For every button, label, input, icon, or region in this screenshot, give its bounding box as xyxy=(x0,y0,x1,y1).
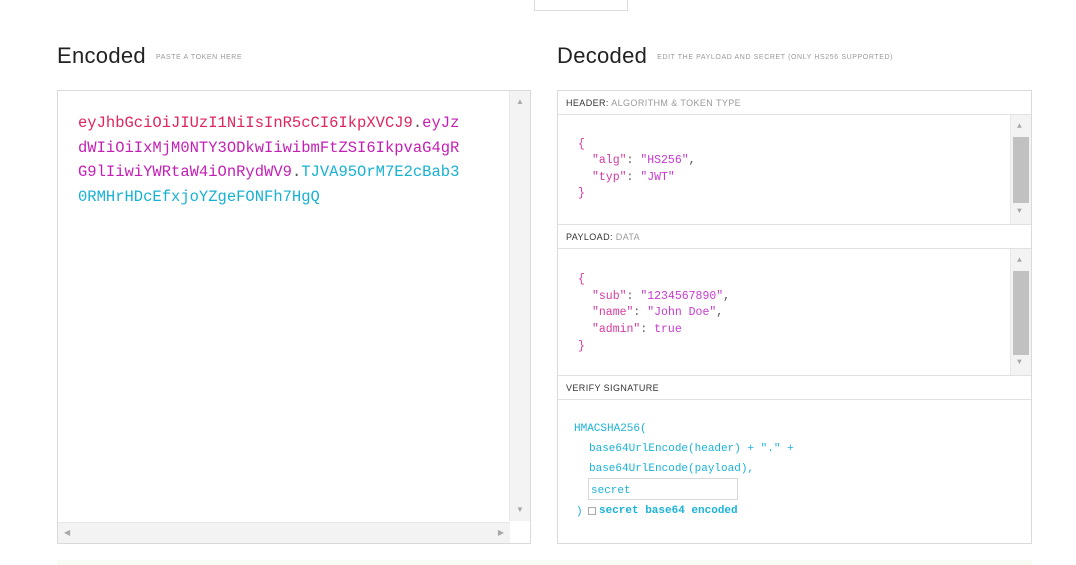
algorithm-select[interactable] xyxy=(534,0,628,11)
hmac-function-close: ) xyxy=(576,506,583,518)
json-key: "typ" xyxy=(592,171,627,184)
encoded-vertical-scrollbar[interactable]: ▲ ▼ xyxy=(509,91,530,521)
token-signature-part: 0RMHrHDcEfxjoYZgeFONFh7HgQ xyxy=(78,187,320,206)
scroll-right-icon[interactable]: ▶ xyxy=(498,529,504,537)
scroll-left-icon[interactable]: ◀ xyxy=(64,529,70,537)
payload-scrollbar[interactable]: ▲ ▼ xyxy=(1010,249,1031,375)
encoded-title: Encoded PASTE A TOKEN HERE xyxy=(57,43,242,69)
json-line-admin: "admin": true xyxy=(592,323,682,336)
hmac-function-open: HMACSHA256( xyxy=(574,423,647,435)
json-brace: } xyxy=(578,340,585,353)
json-key: "admin" xyxy=(592,323,641,336)
scroll-thumb[interactable] xyxy=(1013,271,1029,355)
token-dot: . xyxy=(291,163,302,181)
scrollbar-corner xyxy=(510,523,530,543)
scroll-down-icon[interactable]: ▼ xyxy=(516,506,524,514)
payload-section-title: PAYLOAD: DATA xyxy=(558,225,1031,249)
secret-input[interactable] xyxy=(588,478,738,500)
token-header-part: eyJhbGciOiJIUzI1NiIsInR5cCI6IkpXVCJ9 xyxy=(78,114,413,132)
base64-checkbox[interactable] xyxy=(588,507,596,515)
decoded-title: Decoded EDIT THE PAYLOAD AND SECRET (ONLY… xyxy=(557,43,893,69)
token-line-2: dWIiOiIxMjM0NTY3ODkwIiwibmFtZSI6IkpvaG4g… xyxy=(78,136,498,161)
token-payload-part: eyJz xyxy=(422,114,460,132)
json-brace: } xyxy=(578,187,585,200)
header-json-editor[interactable]: { "alg": "HS256", "typ": "JWT" } ▲ ▼ xyxy=(558,115,1031,225)
token-line-4: 0RMHrHDcEfxjoYZgeFONFh7HgQ xyxy=(78,185,498,210)
json-brace: { xyxy=(578,273,585,286)
base64-checkbox-label[interactable]: secret base64 encoded xyxy=(599,505,738,517)
header-scrollbar[interactable]: ▲ ▼ xyxy=(1010,115,1031,224)
json-key: "name" xyxy=(592,306,634,319)
token-line-3: G9lIiwiYWRtaW4iOnRydWV9.TJVA95OrM7E2cBab… xyxy=(78,160,498,185)
token-payload-part: dWIiOiIxMjM0NTY3ODkwIiwibmFtZSI6IkpvaG4g… xyxy=(78,138,460,157)
scroll-up-icon[interactable]: ▲ xyxy=(1017,123,1022,131)
json-value: "John Doe" xyxy=(647,306,717,319)
json-line-alg: "alg": "HS256", xyxy=(592,154,696,167)
token-dot: . xyxy=(412,114,423,132)
scroll-down-icon[interactable]: ▼ xyxy=(1017,359,1022,367)
json-value: "1234567890" xyxy=(640,290,724,303)
encoded-horizontal-scrollbar[interactable]: ◀ ▶ xyxy=(58,522,510,543)
json-value: true xyxy=(654,323,682,336)
scroll-up-icon[interactable]: ▲ xyxy=(516,98,524,106)
json-line-typ: "typ": "JWT" xyxy=(592,171,675,184)
json-line-sub: "sub": "1234567890", xyxy=(592,290,731,303)
token-signature-part: TJVA95OrM7E2cBab3 xyxy=(301,163,460,181)
header-sublabel: ALGORITHM & TOKEN TYPE xyxy=(611,98,742,108)
encoded-token-editor[interactable]: eyJhbGciOiJIUzI1NiIsInR5cCI6IkpXVCJ9.eyJ… xyxy=(57,90,531,544)
signature-label: VERIFY SIGNATURE xyxy=(566,383,660,393)
top-divider xyxy=(468,2,528,4)
scroll-up-icon[interactable]: ▲ xyxy=(1017,257,1022,265)
encoded-subtitle: PASTE A TOKEN HERE xyxy=(155,53,243,61)
json-brace: { xyxy=(578,138,585,151)
token-payload-part: G9lIiwiYWRtaW4iOnRydWV9 xyxy=(78,163,292,181)
scroll-down-icon[interactable]: ▼ xyxy=(1017,208,1022,216)
json-value: "JWT" xyxy=(640,171,675,184)
header-label: HEADER: xyxy=(566,98,609,108)
bottom-status-strip xyxy=(57,560,1032,565)
decoded-subtitle: EDIT THE PAYLOAD AND SECRET (ONLY HS256 … xyxy=(657,53,894,61)
decoded-panel: HEADER: ALGORITHM & TOKEN TYPE { "alg": … xyxy=(557,90,1032,544)
token-line-1: eyJhbGciOiJIUzI1NiIsInR5cCI6IkpXVCJ9.eyJ… xyxy=(78,111,498,136)
json-value: "HS256" xyxy=(640,154,689,167)
token-text[interactable]: eyJhbGciOiJIUzI1NiIsInR5cCI6IkpXVCJ9.eyJ… xyxy=(78,111,498,209)
hmac-payload-line: base64UrlEncode(payload), xyxy=(589,463,755,475)
signature-section-title: VERIFY SIGNATURE xyxy=(558,376,1031,400)
decoded-heading: Decoded xyxy=(557,43,648,68)
payload-sublabel: DATA xyxy=(615,232,641,242)
header-section-title: HEADER: ALGORITHM & TOKEN TYPE xyxy=(558,91,1031,115)
encoded-heading: Encoded xyxy=(57,43,146,68)
scroll-thumb[interactable] xyxy=(1013,137,1029,203)
payload-label: PAYLOAD: xyxy=(566,232,613,242)
json-line-name: "name": "John Doe", xyxy=(592,306,724,319)
json-key: "sub" xyxy=(592,290,627,303)
hmac-header-line: base64UrlEncode(header) + "." + xyxy=(589,443,794,455)
payload-json-editor[interactable]: { "sub": "1234567890", "name": "John Doe… xyxy=(558,249,1031,376)
json-key: "alg" xyxy=(592,154,627,167)
